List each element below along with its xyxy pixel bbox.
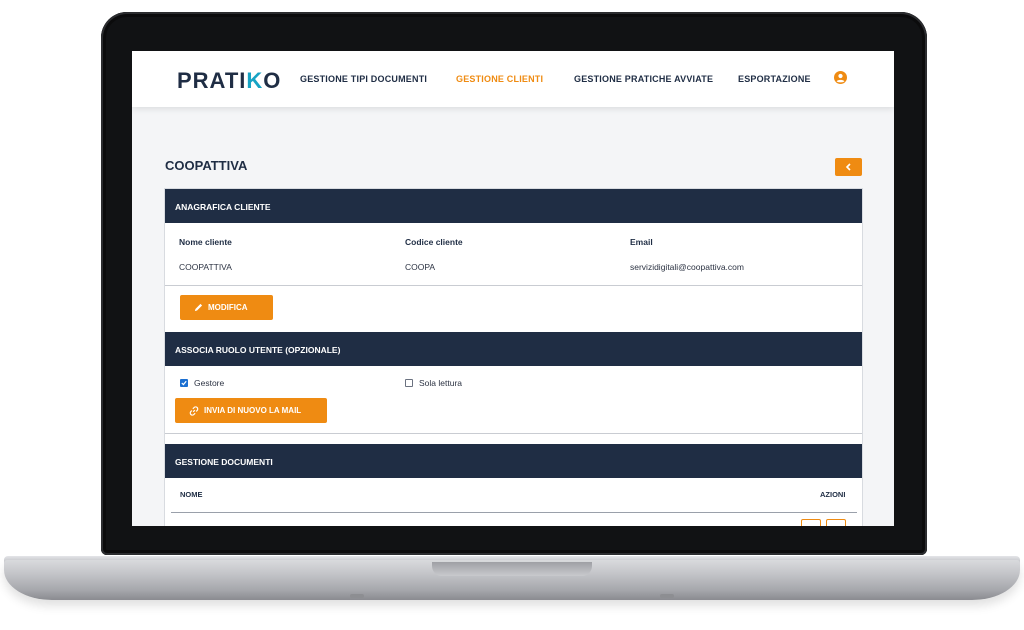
client-card: ANAGRAFICA CLIENTE Nome cliente COOPATTI… xyxy=(165,189,862,526)
value-email: servizidigitali@coopattiva.com xyxy=(630,262,744,272)
row-action-button[interactable] xyxy=(801,519,821,526)
row-action-button[interactable] xyxy=(826,519,846,526)
nav-gestione-clienti[interactable]: GESTIONE CLIENTI xyxy=(456,74,543,84)
section-header-documenti: GESTIONE DOCUMENTI xyxy=(165,444,862,478)
laptop-notch xyxy=(432,562,592,576)
pencil-icon xyxy=(194,303,203,312)
column-header-nome: NOME xyxy=(180,490,203,499)
column-header-azioni: AZIONI xyxy=(820,490,846,499)
modifica-label: MODIFICA xyxy=(208,303,248,312)
label-codice-cliente: Codice cliente xyxy=(405,237,463,247)
user-circle-icon[interactable] xyxy=(834,71,847,84)
modifica-button[interactable]: MODIFICA xyxy=(180,295,273,320)
nav-gestione-pratiche-avviate[interactable]: GESTIONE PRATICHE AVVIATE xyxy=(574,74,713,84)
screen: PRATIKO GESTIONE TIPI DOCUMENTI GESTIONE… xyxy=(132,51,894,526)
checkbox-sola-lettura-label: Sola lettura xyxy=(419,378,462,388)
top-navbar: PRATIKO GESTIONE TIPI DOCUMENTI GESTIONE… xyxy=(132,51,894,107)
label-email: Email xyxy=(630,237,653,247)
value-nome-cliente: COOPATTIVA xyxy=(179,262,232,272)
table-header-divider xyxy=(171,512,857,513)
invia-mail-button[interactable]: INVIA DI NUOVO LA MAIL xyxy=(175,398,327,423)
invia-mail-label: INVIA DI NUOVO LA MAIL xyxy=(204,406,302,415)
checkbox-checked-icon[interactable] xyxy=(180,379,188,387)
laptop-foot xyxy=(350,594,364,598)
checkbox-unchecked-icon[interactable] xyxy=(405,379,413,387)
nav-gestione-tipi-documenti[interactable]: GESTIONE TIPI DOCUMENTI xyxy=(300,74,427,84)
link-icon xyxy=(189,405,199,416)
laptop-foot xyxy=(660,594,674,598)
nav-esportazione[interactable]: ESPORTAZIONE xyxy=(738,74,811,84)
divider xyxy=(165,433,862,434)
back-button[interactable] xyxy=(835,158,862,176)
page-title: COOPATTIVA xyxy=(165,158,248,173)
checkbox-sola-lettura[interactable]: Sola lettura xyxy=(405,378,462,388)
value-codice-cliente: COOPA xyxy=(405,262,436,272)
section-header-ruolo: ASSOCIA RUOLO UTENTE (OPZIONALE) xyxy=(165,332,862,366)
divider xyxy=(165,285,862,286)
pratiko-logo[interactable]: PRATIKO xyxy=(177,68,281,94)
section-header-anagrafica: ANAGRAFICA CLIENTE xyxy=(165,189,862,223)
chevron-left-icon xyxy=(845,163,851,171)
checkbox-gestore[interactable]: Gestore xyxy=(180,378,224,388)
label-nome-cliente: Nome cliente xyxy=(179,237,232,247)
checkbox-gestore-label: Gestore xyxy=(194,378,225,388)
